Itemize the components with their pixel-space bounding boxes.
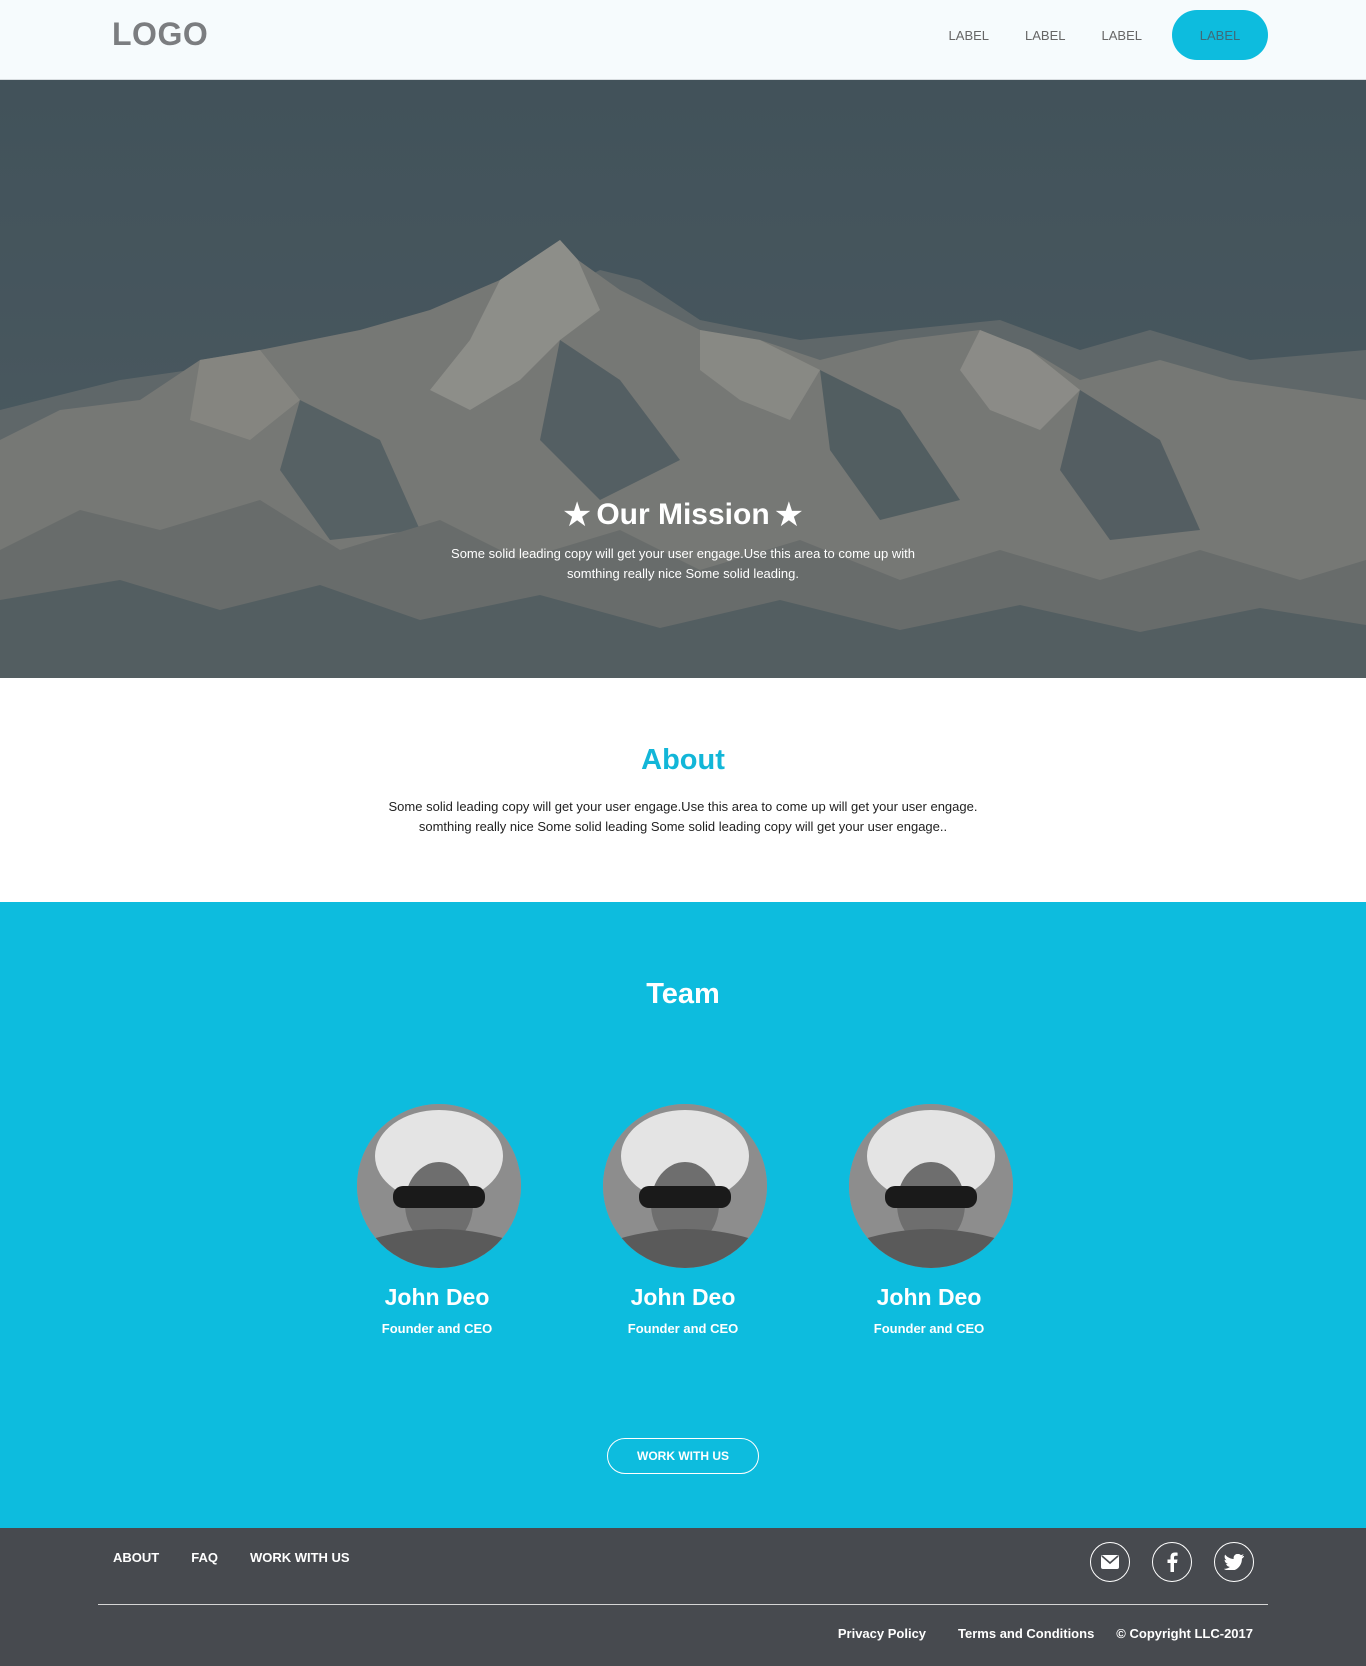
- about-section: About Some solid leading copy will get y…: [0, 678, 1366, 902]
- terms-link[interactable]: Terms and Conditions: [958, 1626, 1094, 1641]
- hero-content: ★ Our Mission ★ Some solid leading copy …: [0, 498, 1366, 584]
- footer-link-about[interactable]: ABOUT: [113, 1550, 159, 1565]
- team-members: John Deo Founder and CEO John Deo Founde…: [0, 1104, 1366, 1336]
- mountain-background-image: [0, 80, 1366, 678]
- member-name: John Deo: [876, 1284, 982, 1310]
- member-role: Founder and CEO: [627, 1321, 739, 1336]
- work-with-us-button[interactable]: WORK WITH US: [607, 1438, 759, 1474]
- about-description: Some solid leading copy will get your us…: [388, 799, 978, 834]
- hero-section: ★ Our Mission ★ Some solid leading copy …: [0, 80, 1366, 678]
- star-icon: ★: [561, 496, 593, 534]
- facebook-icon[interactable]: [1152, 1542, 1192, 1582]
- footer-link-work-with-us[interactable]: WORK WITH US: [250, 1550, 350, 1565]
- copyright-text: © Copyright LLC-2017: [1116, 1626, 1253, 1641]
- team-member: John Deo Founder and CEO: [357, 1104, 521, 1336]
- avatar: [603, 1104, 767, 1268]
- team-member: John Deo Founder and CEO: [603, 1104, 767, 1336]
- footer-nav: ABOUT FAQ WORK WITH US: [113, 1550, 382, 1565]
- twitter-icon[interactable]: [1214, 1542, 1254, 1582]
- mail-icon[interactable]: [1090, 1542, 1130, 1582]
- social-links: [1068, 1542, 1254, 1582]
- hero-description: Some solid leading copy will get your us…: [451, 546, 915, 581]
- nav-link-1[interactable]: LABEL: [949, 28, 989, 43]
- avatar: [357, 1104, 521, 1268]
- footer-legal: Privacy Policy Terms and Conditions © Co…: [806, 1626, 1253, 1641]
- hero-title: ★ Our Mission ★: [558, 498, 808, 532]
- nav-link-3[interactable]: LABEL: [1102, 28, 1142, 43]
- privacy-policy-link[interactable]: Privacy Policy: [838, 1626, 926, 1641]
- footer-divider: [98, 1604, 1268, 1605]
- member-name: John Deo: [630, 1284, 736, 1310]
- about-title: About: [641, 744, 725, 776]
- nav-cta-button[interactable]: LABEL: [1172, 10, 1268, 60]
- nav-link-2[interactable]: LABEL: [1025, 28, 1065, 43]
- hero-title-text: Our Mission: [596, 498, 770, 531]
- avatar: [849, 1104, 1013, 1268]
- member-name: John Deo: [384, 1284, 490, 1310]
- footer-link-faq[interactable]: FAQ: [191, 1550, 218, 1565]
- member-role: Founder and CEO: [381, 1321, 493, 1336]
- site-header: LOGO LABEL LABEL LABEL LABEL: [0, 0, 1366, 80]
- team-section: Team John Deo Founder and CEO John Deo F…: [0, 902, 1366, 1528]
- member-role: Founder and CEO: [873, 1321, 985, 1336]
- logo[interactable]: LOGO: [112, 16, 208, 53]
- team-title: Team: [646, 978, 720, 1010]
- star-icon: ★: [773, 496, 805, 534]
- team-member: John Deo Founder and CEO: [849, 1104, 1013, 1336]
- site-footer: ABOUT FAQ WORK WITH US Privacy Policy Te…: [0, 1528, 1366, 1666]
- main-nav: LABEL LABEL LABEL LABEL: [913, 10, 1268, 60]
